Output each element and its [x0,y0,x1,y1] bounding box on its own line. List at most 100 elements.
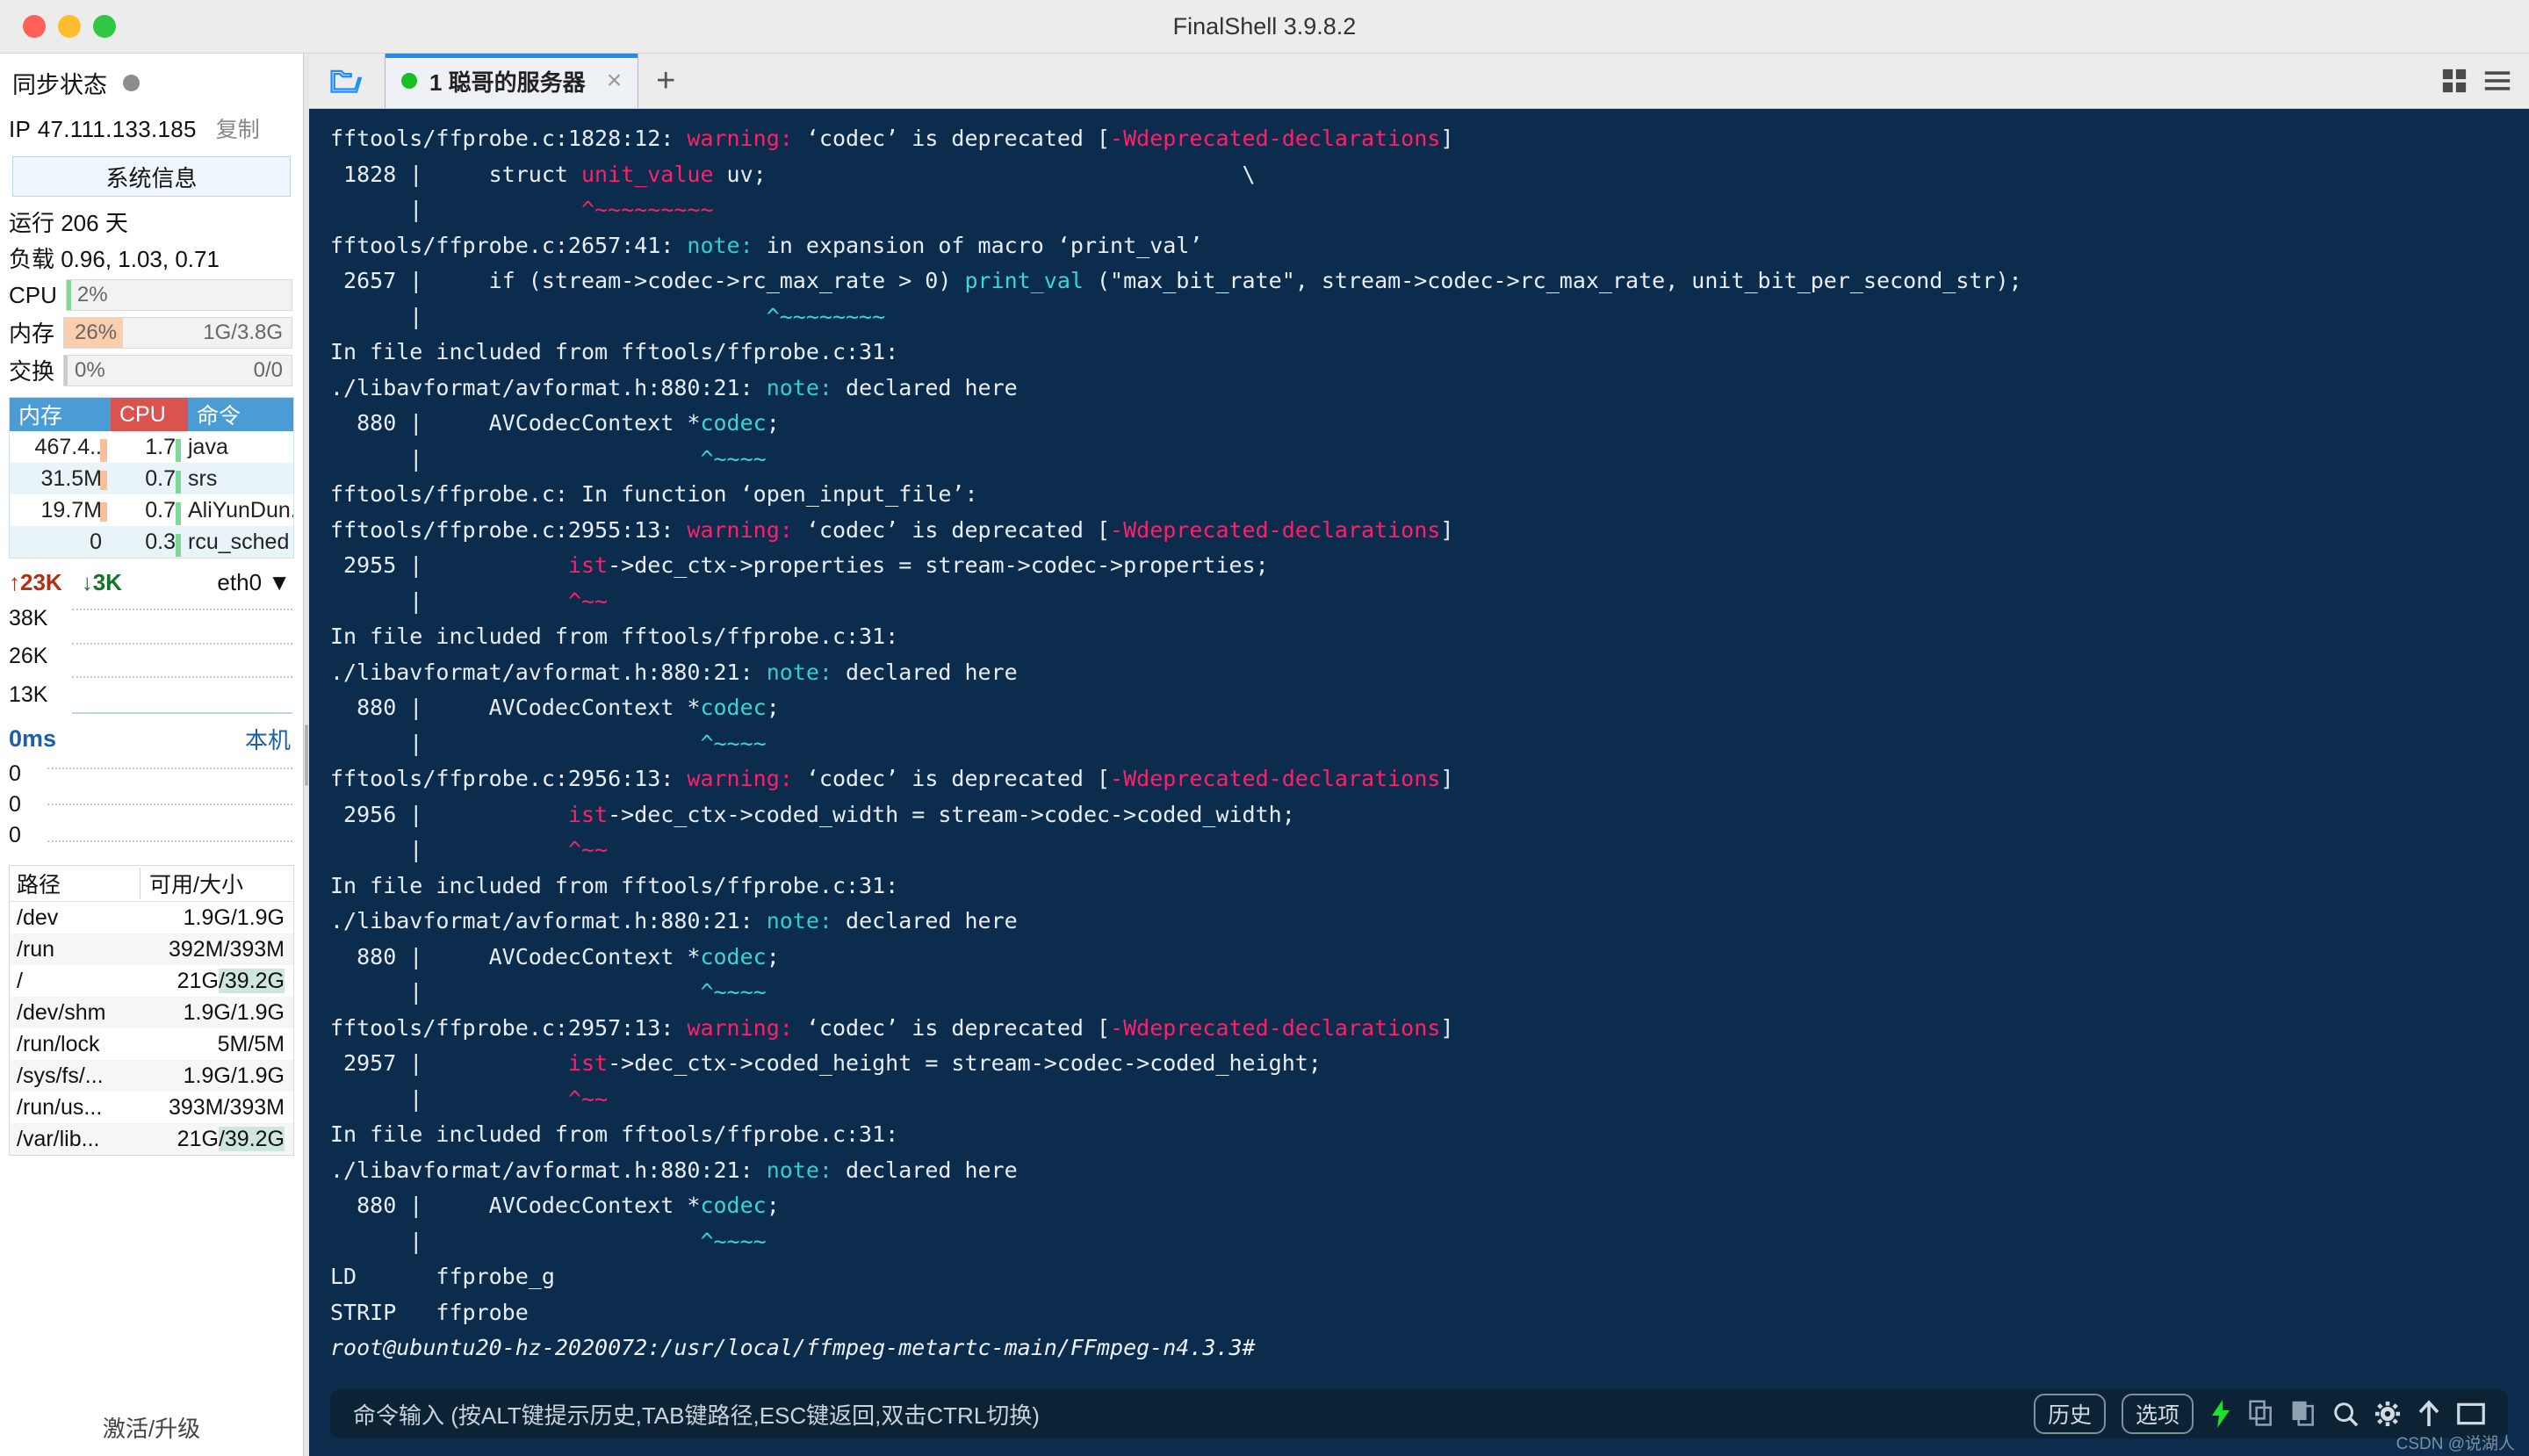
load-average-text: 负载 0.96, 1.03, 0.71 [9,246,220,272]
close-tab-icon[interactable]: × [607,68,623,94]
network-interface-select[interactable]: eth0 ▼ [217,569,291,596]
cell-size: 1.9G/1.9G [183,1063,285,1088]
connection-status-icon [401,73,417,89]
terminal-line: STRIP ffprobe [330,1299,529,1325]
lightning-icon[interactable] [2209,1400,2232,1428]
process-rows: 467.4.. 1.7 java 31.5M 0.7 srs 19.7M 0.7 AliYunD… [10,431,293,558]
command-input[interactable]: 命令输入 (按ALT键提示历史,TAB键路径,ESC键返回,双击CTRL切换) [330,1389,2028,1438]
cell-size: 21G/39.2G [177,1126,285,1151]
terminal-line: In file included from fftools/ffprobe.c:… [330,872,899,898]
cell-size: 392M/393M [168,936,285,962]
column-header-path[interactable]: 路径 [10,868,140,899]
terminal-line: In file included from fftools/ffprobe.c:… [330,339,899,364]
ping-header: 0ms 本机 [0,714,303,757]
network-header: ↑23K ↓3K eth0 ▼ [0,559,303,598]
terminal-line: 880 | AVCodecContext *codec; [330,695,780,720]
cell-path: /dev [17,905,59,930]
y-tick: 0 [9,792,21,817]
table-row[interactable]: 467.4.. 1.7 java [10,431,293,463]
table-row[interactable]: /run 392M/393M [10,933,293,965]
copy-ip-button[interactable]: 复制 [216,112,260,144]
terminal-line: | ^~~~~ [330,1228,767,1254]
column-header-memory[interactable]: 内存 [10,398,111,431]
watermark: CSDN @说湖人 [2396,1435,2515,1453]
gear-icon[interactable] [2374,1401,2401,1427]
cell-path: / [17,968,23,993]
terminal-line: 2657 | if (stream->codec->rc_max_rate > … [330,268,2022,293]
title-bar: FinalShell 3.9.8.2 [0,0,2529,54]
ping-graph-y-labels: 0 0 0 [9,759,44,851]
system-info-button[interactable]: 系统信息 [12,156,291,197]
table-row[interactable]: 19.7M0.7 AliYunDun... [10,494,293,526]
terminal-line: 2957 | ist->dec_ctx->coded_height = stre… [330,1050,1322,1076]
table-row[interactable]: 0 0.3 rcu_sched [10,526,293,558]
meter-percent: 0% [75,357,105,382]
close-window-icon[interactable] [23,15,46,38]
table-row[interactable]: /run/lock 5M/5M [10,1028,293,1060]
meter-交换: 交换 0% 0/0 [0,349,303,386]
sync-status-row: 同步状态 [0,54,303,105]
meter-detail: 1G/3.8G [203,320,283,344]
table-row[interactable]: /var/lib... 21G/39.2G [10,1123,293,1155]
network-bars [72,600,292,712]
new-tab-button[interactable]: + [638,54,693,108]
terminal-line: 1828 | struct unit_value uv; \ [330,161,1256,187]
table-row[interactable]: /run/us... 393M/393M [10,1092,293,1123]
history-button[interactable]: 历史 [2033,1394,2106,1434]
y-tick: 26K [9,644,48,669]
finalshell-window: FinalShell 3.9.8.2 同步状态 IP 47.111.133.18… [0,0,2529,1456]
search-icon[interactable] [2332,1401,2359,1427]
tab-bar: 1 聪哥的服务器 × + [309,54,2529,109]
copy-icon[interactable] [2248,1400,2274,1428]
terminal-line: fftools/ffprobe.c:1828:12: warning: ‘cod… [330,126,1454,151]
meter-percent: 26% [75,320,118,344]
cell-path: /run/us... [17,1094,103,1120]
activate-upgrade-link[interactable]: 激活/升级 [0,1398,303,1456]
fullscreen-icon[interactable] [2457,1402,2485,1426]
cell-size: 393M/393M [168,1094,285,1120]
grid-view-icon[interactable] [2441,68,2468,94]
terminal-line: fftools/ffprobe.c:2955:13: warning: ‘cod… [330,516,1454,543]
cell-command: AliYunDun... [188,497,293,523]
traffic-lights [0,15,116,38]
command-bar: 命令输入 (按ALT键提示历史,TAB键路径,ESC键返回,双击CTRL切换) … [309,1372,2529,1456]
table-row[interactable]: /sys/fs/... 1.9G/1.9G [10,1060,293,1092]
ping-local-label[interactable]: 本机 [245,723,291,755]
app-title: FinalShell 3.9.8.2 [1172,12,1357,40]
terminal-line: 880 | AVCodecContext *codec; [330,1193,780,1218]
main-panel: 1 聪哥的服务器 × + fftools/ffprobe.c:1828:12: … [309,54,2529,1456]
ping-value: 0ms [9,725,57,752]
column-header-size[interactable]: 可用/大小 [140,868,293,899]
table-row[interactable]: 31.5M 0.7 srs [10,463,293,494]
terminal-line: | ^~~~~ [330,730,767,756]
meter-label: CPU [9,281,57,308]
maximize-window-icon[interactable] [93,15,116,38]
paste-icon[interactable] [2290,1400,2316,1428]
meter-bar: 26% 1G/3.8G [63,316,292,349]
terminal-line: | ^~~ [330,837,609,862]
upload-icon[interactable] [2417,1400,2441,1428]
terminal-output[interactable]: fftools/ffprobe.c:1828:12: warning: ‘cod… [309,109,2529,1372]
table-row[interactable]: /dev/shm 1.9G/1.9G [10,997,293,1028]
sync-status-label: 同步状态 [12,72,107,98]
terminal-line: LD ffprobe_g [330,1264,555,1289]
terminal-line: fftools/ffprobe.c:2956:13: warning: ‘cod… [330,766,1454,791]
column-header-cpu[interactable]: CPU [111,398,188,431]
y-tick: 0 [9,823,21,847]
network-graph: 38K 26K 13K [9,600,292,714]
terminal-line: In file included from fftools/ffprobe.c:… [330,1121,899,1147]
table-row[interactable]: / 21G/39.2G [10,965,293,997]
tab-server-1[interactable]: 1 聪哥的服务器 × [385,54,639,108]
terminal-line: root@ubuntu20-hz-2020072:/usr/local/ffmp… [330,1335,1256,1360]
meter-detail: 0/0 [253,357,283,382]
open-folder-icon[interactable] [309,54,385,108]
list-view-icon[interactable] [2483,68,2511,94]
column-header-command[interactable]: 命令 [188,398,293,431]
table-row[interactable]: /dev 1.9G/1.9G [10,902,293,933]
process-table: 内存 CPU 命令 467.4.. 1.7 java 31.5M 0.7 srs 19.7M… [9,397,294,559]
options-button[interactable]: 选项 [2121,1394,2194,1434]
minimize-window-icon[interactable] [58,15,81,38]
cell-command: srs [188,465,218,491]
cell-command: rcu_sched [188,529,290,554]
tab-label: 1 聪哥的服务器 [429,68,586,96]
